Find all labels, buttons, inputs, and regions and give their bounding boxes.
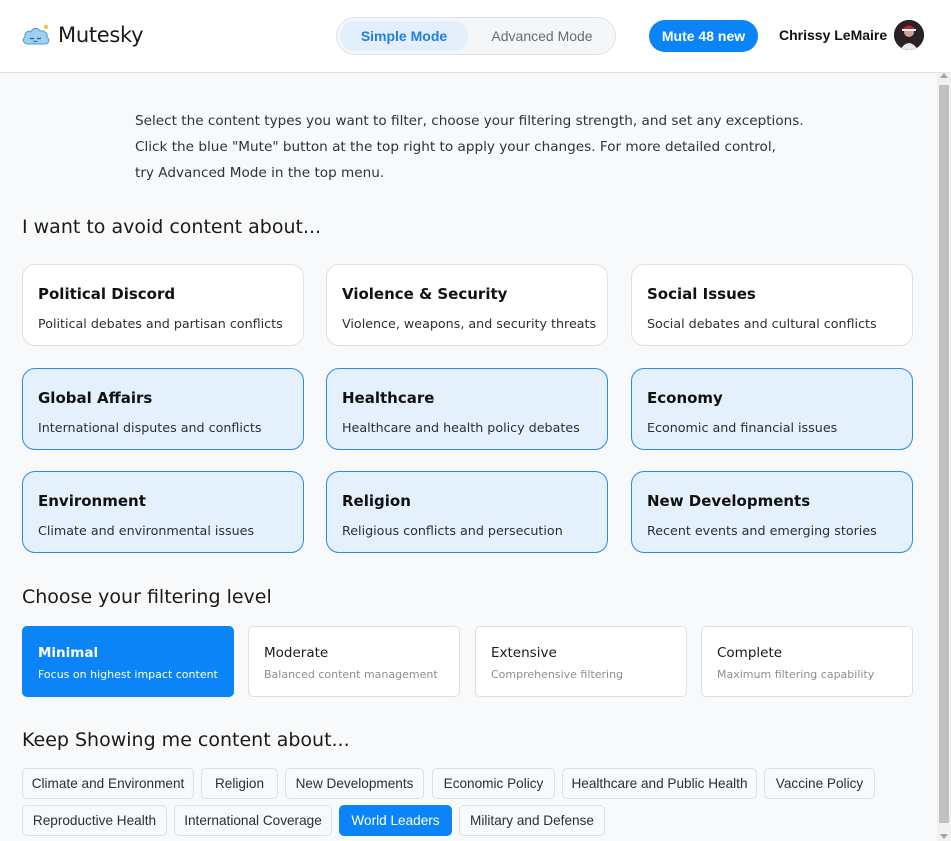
tab-simple-mode[interactable]: Simple Mode <box>340 21 468 51</box>
level-name: Minimal <box>38 645 99 661</box>
topic-card-economy[interactable]: Economy Economic and financial issues <box>631 368 913 450</box>
topic-title: Global Affairs <box>38 389 153 407</box>
chip-reproductive-health[interactable]: Reproductive Health <box>22 805 167 836</box>
topic-description: Recent events and emerging stories <box>647 523 877 538</box>
level-description: Balanced content management <box>264 668 438 681</box>
intro-text: Select the content types you want to fil… <box>135 108 815 186</box>
keep-section-title: Keep Showing me content about... <box>22 729 350 751</box>
topic-title: Religion <box>342 492 411 510</box>
user-name[interactable]: Chrissy LeMaire <box>779 27 887 43</box>
filter-level-minimal[interactable]: Minimal Focus on highest impact content <box>22 626 234 697</box>
filter-level-extensive[interactable]: Extensive Comprehensive filtering <box>475 626 687 697</box>
intro-line: try Advanced Mode in the top menu. <box>135 165 385 181</box>
scroll-up-arrow-icon[interactable] <box>940 73 948 78</box>
chip-healthcare-public-health[interactable]: Healthcare and Public Health <box>562 768 757 799</box>
topic-description: Healthcare and health policy debates <box>342 420 580 435</box>
chip-vaccine-policy[interactable]: Vaccine Policy <box>764 768 875 799</box>
level-name: Moderate <box>264 645 329 661</box>
scroll-down-arrow-icon[interactable] <box>940 834 948 839</box>
topic-card-religion[interactable]: Religion Religious conflicts and persecu… <box>326 471 608 553</box>
avoid-section-title: I want to avoid content about... <box>22 216 322 238</box>
filter-level-complete[interactable]: Complete Maximum filtering capability <box>701 626 913 697</box>
topic-card-environment[interactable]: Environment Climate and environmental is… <box>22 471 304 553</box>
tab-advanced-mode[interactable]: Advanced Mode <box>478 21 606 51</box>
top-header: Mutesky Simple Mode Advanced Mode Mute 4… <box>0 0 951 73</box>
topic-description: Violence, weapons, and security threats <box>342 316 597 331</box>
chip-economic-policy[interactable]: Economic Policy <box>432 768 555 799</box>
topic-title: Economy <box>647 389 723 407</box>
chip-international-coverage[interactable]: International Coverage <box>174 805 332 836</box>
topic-title: Social Issues <box>647 285 756 303</box>
scrollbar-thumb[interactable] <box>939 85 949 823</box>
topic-description: Religious conflicts and persecution <box>342 523 563 538</box>
level-description: Comprehensive filtering <box>491 668 624 681</box>
chip-military-defense[interactable]: Military and Defense <box>459 805 605 836</box>
topic-title: Political Discord <box>38 285 176 303</box>
topic-card-social-issues[interactable]: Social Issues Social debates and cultura… <box>631 264 913 346</box>
topic-card-new-developments[interactable]: New Developments Recent events and emerg… <box>631 471 913 553</box>
sleeping-cloud-icon <box>22 24 50 45</box>
topic-grid: Political Discord Political debates and … <box>22 264 913 553</box>
mode-switch: Simple Mode Advanced Mode <box>336 17 616 55</box>
topic-card-violence-security[interactable]: Violence & Security Violence, weapons, a… <box>326 264 608 346</box>
chip-new-developments[interactable]: New Developments <box>285 768 424 799</box>
filter-level-moderate[interactable]: Moderate Balanced content management <box>248 626 460 697</box>
topic-description: International disputes and conflicts <box>38 420 262 435</box>
topic-description: Political debates and partisan conflicts <box>38 316 283 331</box>
intro-line: Click the blue "Mute" button at the top … <box>135 139 776 155</box>
filter-level-row: Minimal Focus on highest impact content … <box>22 626 913 697</box>
level-description: Focus on highest impact content <box>38 668 218 681</box>
topic-title: Healthcare <box>342 389 435 407</box>
filter-section-title: Choose your filtering level <box>22 586 272 608</box>
topic-card-healthcare[interactable]: Healthcare Healthcare and health policy … <box>326 368 608 450</box>
level-description: Maximum filtering capability <box>717 668 875 681</box>
topic-card-global-affairs[interactable]: Global Affairs International disputes an… <box>22 368 304 450</box>
mute-button[interactable]: Mute 48 new <box>649 20 758 52</box>
topic-title: Violence & Security <box>342 285 508 303</box>
chip-world-leaders[interactable]: World Leaders <box>339 805 452 836</box>
user-avatar-icon <box>894 20 924 50</box>
topic-description: Social debates and cultural conflicts <box>647 316 877 331</box>
chip-religion[interactable]: Religion <box>201 768 278 799</box>
intro-line: Select the content types you want to fil… <box>135 113 804 129</box>
chip-climate-environment[interactable]: Climate and Environment <box>22 768 194 799</box>
topic-title: Environment <box>38 492 146 510</box>
app-logo[interactable]: Mutesky <box>21 22 144 48</box>
topic-description: Climate and environmental issues <box>38 523 255 538</box>
avatar[interactable] <box>894 20 924 50</box>
app-name: Mutesky <box>58 23 144 47</box>
topic-card-political-discord[interactable]: Political Discord Political debates and … <box>22 264 304 346</box>
topic-title: New Developments <box>647 492 811 510</box>
level-name: Extensive <box>491 645 557 661</box>
level-name: Complete <box>717 645 783 661</box>
page-scrollbar[interactable] <box>937 73 951 841</box>
topic-description: Economic and financial issues <box>647 420 838 435</box>
